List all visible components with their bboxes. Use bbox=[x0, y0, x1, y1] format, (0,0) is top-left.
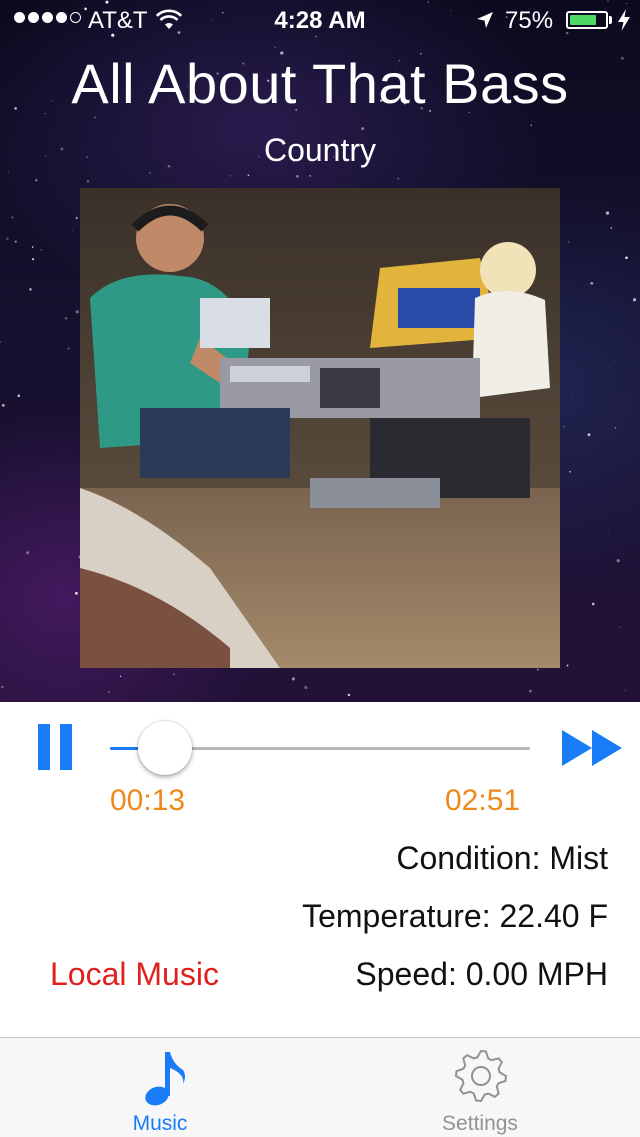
total-time: 02:51 bbox=[445, 784, 521, 817]
star bbox=[75, 217, 78, 220]
star bbox=[618, 626, 621, 628]
star bbox=[304, 685, 308, 690]
weather-condition: Condition: Mist bbox=[396, 840, 608, 876]
status-bar: AT&T 4:28 AM 75% bbox=[0, 0, 640, 40]
album-art-image bbox=[80, 188, 560, 668]
song-title: All About That Bass bbox=[71, 52, 569, 115]
star bbox=[397, 177, 400, 180]
battery-icon bbox=[566, 11, 608, 29]
star bbox=[529, 689, 532, 693]
fast-forward-icon[interactable] bbox=[562, 730, 624, 766]
star bbox=[170, 671, 172, 672]
star bbox=[571, 398, 573, 400]
star bbox=[64, 316, 68, 320]
star bbox=[247, 174, 250, 177]
tab-music[interactable]: Music bbox=[0, 1038, 320, 1137]
star bbox=[25, 551, 30, 555]
star bbox=[6, 237, 9, 241]
song-genre: Country bbox=[263, 132, 377, 168]
star bbox=[605, 211, 610, 215]
charging-bolt-icon bbox=[618, 9, 630, 31]
star bbox=[566, 664, 569, 667]
star bbox=[14, 240, 17, 243]
pause-button[interactable] bbox=[36, 724, 76, 772]
tab-settings[interactable]: Settings bbox=[320, 1038, 640, 1137]
star bbox=[591, 602, 595, 606]
music-note-icon bbox=[145, 1052, 185, 1106]
star bbox=[75, 310, 79, 314]
star bbox=[274, 46, 276, 48]
star bbox=[29, 288, 32, 291]
star bbox=[567, 241, 570, 243]
local-music-button[interactable]: Local Music bbox=[50, 956, 219, 993]
star bbox=[119, 675, 122, 677]
star bbox=[74, 591, 78, 595]
elapsed-time: 00:13 bbox=[110, 784, 186, 817]
star bbox=[35, 179, 38, 182]
pause-icon bbox=[38, 724, 50, 770]
location-arrow-icon bbox=[477, 12, 493, 28]
star bbox=[632, 298, 637, 302]
star bbox=[86, 180, 90, 183]
star bbox=[48, 618, 50, 619]
slider-thumb[interactable] bbox=[137, 721, 192, 775]
star bbox=[569, 470, 571, 473]
star bbox=[149, 172, 151, 174]
star bbox=[309, 175, 312, 177]
star bbox=[291, 677, 295, 681]
star bbox=[536, 668, 539, 671]
star bbox=[67, 347, 70, 350]
now-playing-header: AT&T 4:28 AM 75% All About That Bass Cou… bbox=[0, 0, 640, 702]
star bbox=[1, 404, 5, 407]
star bbox=[623, 124, 625, 126]
star bbox=[610, 227, 613, 230]
star bbox=[616, 559, 620, 563]
star bbox=[31, 246, 34, 248]
star bbox=[11, 216, 14, 219]
star bbox=[607, 530, 609, 532]
speed-readout: Speed: 0.00 MPH bbox=[355, 956, 608, 992]
star bbox=[1, 685, 4, 689]
star bbox=[590, 281, 594, 285]
pause-icon-bar bbox=[60, 724, 72, 770]
star bbox=[229, 175, 232, 177]
star bbox=[40, 249, 42, 251]
star bbox=[614, 426, 617, 429]
star bbox=[613, 360, 615, 362]
gear-icon bbox=[454, 1049, 508, 1103]
weather-temperature: Temperature: 22.40 F bbox=[302, 898, 608, 934]
star bbox=[32, 258, 35, 261]
battery-percentage: 75% bbox=[505, 7, 554, 34]
battery-level-fill bbox=[570, 15, 596, 25]
star bbox=[587, 433, 591, 437]
tab-music-label: Music bbox=[132, 1112, 188, 1135]
star bbox=[71, 229, 73, 231]
playback-slider[interactable] bbox=[110, 721, 530, 775]
star bbox=[188, 700, 189, 702]
star bbox=[17, 394, 21, 398]
star bbox=[624, 689, 626, 692]
star bbox=[296, 175, 299, 178]
star bbox=[94, 116, 96, 119]
star bbox=[347, 693, 351, 697]
tab-bar: Music Settings bbox=[0, 1037, 640, 1137]
tab-settings-label: Settings bbox=[442, 1112, 518, 1135]
star bbox=[0, 341, 2, 343]
star bbox=[108, 690, 110, 693]
star bbox=[625, 256, 628, 260]
battery-tip bbox=[609, 16, 612, 24]
star bbox=[530, 124, 533, 126]
star bbox=[563, 426, 565, 428]
star bbox=[173, 673, 175, 676]
star bbox=[8, 171, 10, 173]
